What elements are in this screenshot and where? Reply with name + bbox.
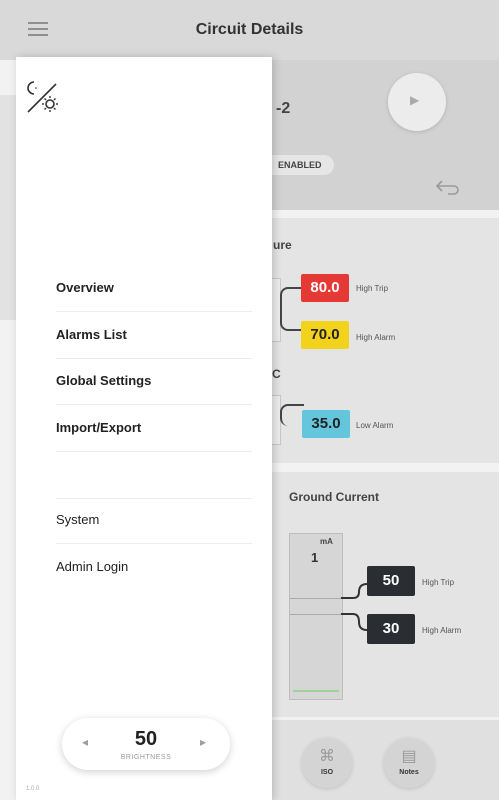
menu-item-system[interactable]: System [56,498,252,544]
low-alarm-setpoint[interactable]: 35.0 [302,410,350,438]
unit-label: mA [320,537,333,546]
ground-high-trip-setpoint[interactable]: 50 [367,566,415,596]
ground-high-alarm-setpoint[interactable]: 30 [367,614,415,644]
ground-current-title: Ground Current [289,490,379,504]
play-button[interactable]: ▶ [388,73,446,131]
high-alarm-setpoint[interactable]: 70.0 [301,321,349,349]
circuit-name: -2 [276,100,291,117]
connector-line [280,404,304,426]
high-trip-label: High Trip [356,284,389,293]
day-night-toggle-icon[interactable] [24,78,64,118]
low-alarm-label: Low Alarm [356,421,394,430]
brightness-increase-icon[interactable]: ▸ [200,735,206,749]
circuit-header [272,60,499,210]
menu-divider [56,452,252,499]
status-badge: ENABLED [262,155,334,175]
menu-item-import-export[interactable]: Import/Export [56,406,252,452]
menu-item-global-settings[interactable]: Global Settings [56,359,252,405]
high-alarm-label: High Alarm [356,333,396,342]
menu-item-admin-login[interactable]: Admin Login [56,545,252,591]
page-title: Circuit Details [195,21,304,38]
iso-icon: ⌘ [319,748,335,765]
iso-label: ISO [320,769,334,776]
high-trip-setpoint[interactable]: 80.0 [301,274,349,302]
menu-item-overview[interactable]: Overview [56,266,252,312]
play-icon: ▶ [410,93,420,107]
menu-item-alarms-list[interactable]: Alarms List [56,313,252,359]
drawer-edge-tab [0,95,16,320]
temperature-unit-label: C [272,367,281,381]
notes-button[interactable]: ▤ Notes [384,738,434,788]
alarm-line [290,614,342,615]
brightness-control: ◂ 50 BRIGHTNESS ▸ [62,718,230,770]
ground-high-trip-label: High Trip [422,578,455,587]
navigation-drawer: Overview Alarms List Global Settings Imp… [16,57,272,800]
normal-range-bar [293,690,339,692]
ground-current-gauge: mA 1 [289,533,343,700]
ground-high-alarm-label: High Alarm [422,626,462,635]
temperature-label: ure [273,238,292,252]
back-arrow-icon[interactable] [434,178,460,196]
trip-line [290,598,342,599]
iso-button[interactable]: ⌘ ISO [302,738,352,788]
notes-icon: ▤ [401,748,417,765]
current-value: 1 [311,550,319,565]
top-bar: Circuit Details [0,0,499,60]
brightness-label: BRIGHTNESS [120,754,172,761]
version-label: 1.0.0 [26,786,40,792]
notes-label: Notes [399,769,419,776]
